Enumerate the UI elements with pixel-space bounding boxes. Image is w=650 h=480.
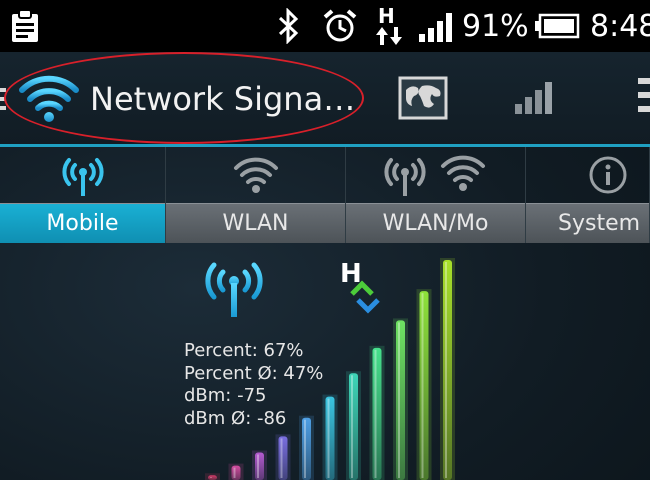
battery-icon <box>534 0 580 52</box>
signal-bar <box>419 291 429 480</box>
percent-value: Percent: 67% <box>184 340 304 361</box>
info-icon <box>526 147 649 203</box>
battery-percent: 91% <box>462 8 529 44</box>
signal-bar-highlight <box>421 293 424 478</box>
signal-bar-highlight <box>398 322 400 478</box>
signal-bar <box>208 475 217 480</box>
signal-bar <box>372 347 382 480</box>
tab-system-info[interactable]: System I <box>526 147 650 243</box>
overflow-menu-icon[interactable] <box>638 78 650 122</box>
h-plus-data-icon: H <box>338 258 388 318</box>
tab-wlan-mobile-label: WLAN/Mo <box>346 203 525 243</box>
cell-tower-icon <box>198 255 270 323</box>
tab-wlan-label: WLAN <box>166 203 345 243</box>
dbm-value: dBm: -75 <box>184 385 267 406</box>
cell-signal-icon <box>418 0 458 52</box>
tab-system-info-label: System I <box>526 203 649 243</box>
signal-bar-highlight <box>233 467 236 478</box>
signal-bar-highlight <box>351 375 353 478</box>
tab-mobile-label: Mobile <box>0 203 165 243</box>
signal-bar <box>443 260 452 480</box>
signal-bar-highlight <box>374 349 377 478</box>
clipboard-icon <box>10 0 40 52</box>
signal-bar <box>278 436 288 480</box>
alarm-icon <box>322 0 358 52</box>
signal-bar-highlight <box>210 477 212 478</box>
cell-tower-icon <box>0 147 165 203</box>
tab-strip: Mobile WLAN WLAN/Mo System I <box>0 147 650 243</box>
signal-bar <box>325 396 335 480</box>
signal-bar-highlight <box>445 262 447 478</box>
signal-bar-highlight <box>257 454 259 478</box>
annotation-oval <box>4 52 364 144</box>
signal-bar <box>349 373 358 480</box>
tab-wlan[interactable]: WLAN <box>166 147 346 243</box>
signal-bar-highlight <box>327 398 330 478</box>
wifi-icon <box>166 147 345 203</box>
tab-wlan-mobile[interactable]: WLAN/Mo <box>346 147 526 243</box>
status-bar: H 91% 8:48 <box>0 0 650 52</box>
cell-tower-wifi-icon <box>346 147 525 203</box>
dbm-average-value: dBm Ø: -86 <box>184 407 287 429</box>
signal-bar <box>231 465 241 480</box>
signal-bar-highlight <box>280 438 283 478</box>
clock-time: 8:48 <box>590 8 650 44</box>
screen: H 91% 8:48 Network Signa… Mobile WLAN WL… <box>0 0 650 480</box>
network-type-label: H <box>378 5 395 28</box>
bluetooth-icon <box>276 0 302 52</box>
signal-stats: Percent: 67% Percent Ø: 47% dBm: -75 dBm… <box>184 340 323 430</box>
h-plus-data-icon: H <box>374 0 408 52</box>
signal-bar <box>396 320 405 480</box>
tab-mobile[interactable]: Mobile <box>0 147 166 243</box>
map-icon[interactable] <box>398 76 448 124</box>
signal-bar <box>255 452 264 480</box>
signal-meter <box>205 258 455 480</box>
percent-average-value: Percent Ø: 47% <box>184 362 324 384</box>
signal-bars-icon[interactable] <box>514 80 554 120</box>
